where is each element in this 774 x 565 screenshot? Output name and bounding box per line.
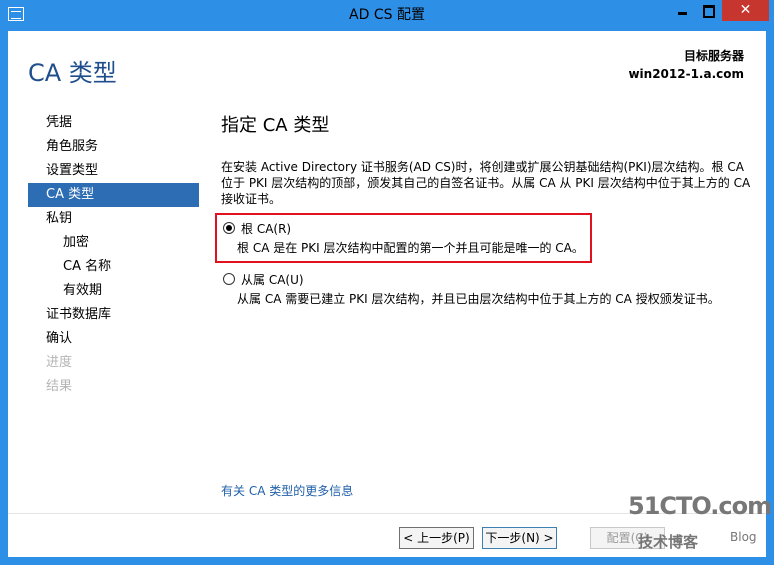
subordinate-ca-label[interactable]: 从属 CA(U): [241, 271, 304, 288]
watermark-subtitle: 技术博客: [638, 533, 699, 551]
previous-button[interactable]: < 上一步(P): [399, 527, 474, 549]
nav-item-credentials[interactable]: 凭据: [28, 111, 199, 135]
nav-item-results: 结果: [46, 379, 73, 394]
more-info-link[interactable]: 有关 CA 类型的更多信息: [221, 482, 353, 499]
root-ca-desc: 根 CA 是在 PKI 层次结构中配置的第一个并且可能是唯一的 CA。: [237, 241, 584, 255]
watermark-logo: 51CTO.com: [628, 492, 772, 520]
next-button[interactable]: 下一步(N) >: [482, 527, 557, 549]
maximize-button[interactable]: [695, 0, 722, 21]
nav-item-validity[interactable]: 有效期: [28, 279, 199, 303]
nav-item-ca-name[interactable]: CA 名称: [28, 255, 199, 279]
nav-item-confirmation[interactable]: 确认: [28, 327, 199, 351]
nav-item-cryptography[interactable]: 加密: [28, 231, 199, 255]
nav-item-progress: 进度: [46, 355, 73, 370]
window-title: AD CS 配置: [349, 7, 425, 23]
section-heading: 指定 CA 类型: [221, 115, 330, 136]
title-bar[interactable]: AD CS 配置 ✕: [0, 0, 774, 31]
close-button[interactable]: ✕: [722, 0, 769, 21]
target-server-name: win2012-1.a.com: [628, 67, 744, 81]
subordinate-ca-desc: 从属 CA 需要已建立 PKI 层次结构，并且已由层次结构中位于其上方的 CA …: [237, 292, 720, 306]
minimize-button[interactable]: [669, 0, 695, 21]
description-text: 在安装 Active Directory 证书服务(AD CS)时，将创建或扩展…: [221, 160, 751, 206]
root-ca-label[interactable]: 根 CA(R): [241, 220, 291, 237]
nav-item-setup-type[interactable]: 设置类型: [28, 159, 199, 183]
nav-item-private-key[interactable]: 私钥: [28, 207, 199, 231]
target-server-label: 目标服务器: [683, 49, 744, 63]
root-ca-radio[interactable]: [223, 222, 235, 234]
page-title: CA 类型: [28, 59, 117, 87]
wizard-nav: 凭据 角色服务 设置类型 CA 类型 私钥 加密 CA 名称 有效期 证书数据库…: [28, 111, 199, 399]
nav-item-cert-database[interactable]: 证书数据库: [28, 303, 199, 327]
nav-item-ca-type[interactable]: CA 类型: [28, 183, 199, 207]
subordinate-ca-radio[interactable]: [223, 273, 235, 285]
close-icon: ✕: [739, 2, 752, 18]
wizard-body: CA 类型 目标服务器 win2012-1.a.com 凭据 角色服务 设置类型…: [8, 31, 766, 557]
watermark-blog: Blog: [730, 530, 757, 544]
nav-item-role-services[interactable]: 角色服务: [28, 135, 199, 159]
